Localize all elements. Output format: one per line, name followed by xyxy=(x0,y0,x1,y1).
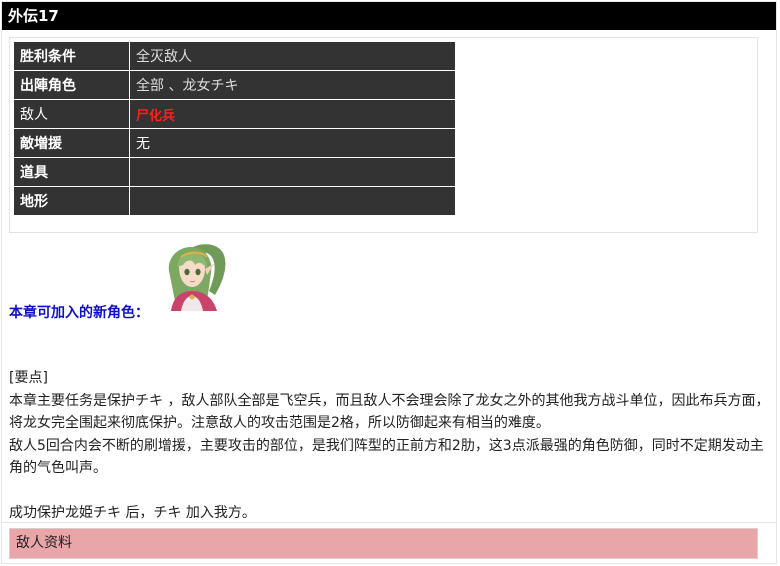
victory-condition-value: 全灭敌人 xyxy=(129,41,456,71)
table-row: 地形 xyxy=(13,186,456,216)
items-label: 道具 xyxy=(13,157,130,187)
table-row: 胜利条件 全灭敌人 xyxy=(13,41,456,71)
terrain-value xyxy=(129,186,456,216)
deploy-units-value: 全部 、龙女チキ xyxy=(129,70,456,100)
table-row: 出陣角色 全部 、龙女チキ xyxy=(13,70,456,100)
reinforcement-value: 无 xyxy=(129,128,456,158)
strategy-notes: [要点] 本章主要任务是保护チキ ，敌人部队全部是飞空兵，而且敌人不会理会除了龙… xyxy=(9,367,771,525)
reinforcement-label: 敵増援 xyxy=(13,128,130,158)
table-row: 道具 xyxy=(13,157,456,187)
chapter-info-panel: 胜利条件 全灭敌人 出陣角色 全部 、龙女チキ 敌人 尸化兵 敵増援 无 道具 … xyxy=(9,37,758,233)
terrain-label: 地形 xyxy=(13,186,130,216)
table-row: 敌人 尸化兵 xyxy=(13,99,456,129)
enemy-value: 尸化兵 xyxy=(129,99,456,129)
tiki-portrait xyxy=(163,241,229,311)
notes-paragraph-1: 本章主要任务是保护チキ ，敌人部队全部是飞空兵，而且敌人不会理会除了龙女之外的其… xyxy=(9,392,770,432)
notes-heading: [要点] xyxy=(9,370,48,386)
table-row: 敵増援 无 xyxy=(13,128,456,158)
page-title: 外伝17 xyxy=(2,2,776,30)
deploy-units-label: 出陣角色 xyxy=(13,70,130,100)
enemy-label: 敌人 xyxy=(13,99,130,129)
divider xyxy=(2,522,776,523)
chapter-info-table: 胜利条件 全灭敌人 出陣角色 全部 、龙女チキ 敌人 尸化兵 敵増援 无 道具 … xyxy=(13,41,456,216)
enemy-data-section-header: 敌人资料 xyxy=(9,528,758,559)
page-container: 外伝17 胜利条件 全灭敌人 出陣角色 全部 、龙女チキ 敌人 尸化兵 敵増援 … xyxy=(1,1,777,564)
new-character-label: 本章可加入的新角色： xyxy=(9,305,149,321)
notes-paragraph-2: 敌人5回合内会不断的刷增援，主要攻击的部位，是我们阵型的正前方和2肋，这3点派最… xyxy=(9,437,764,477)
items-value xyxy=(129,157,456,187)
victory-condition-label: 胜利条件 xyxy=(13,41,130,71)
